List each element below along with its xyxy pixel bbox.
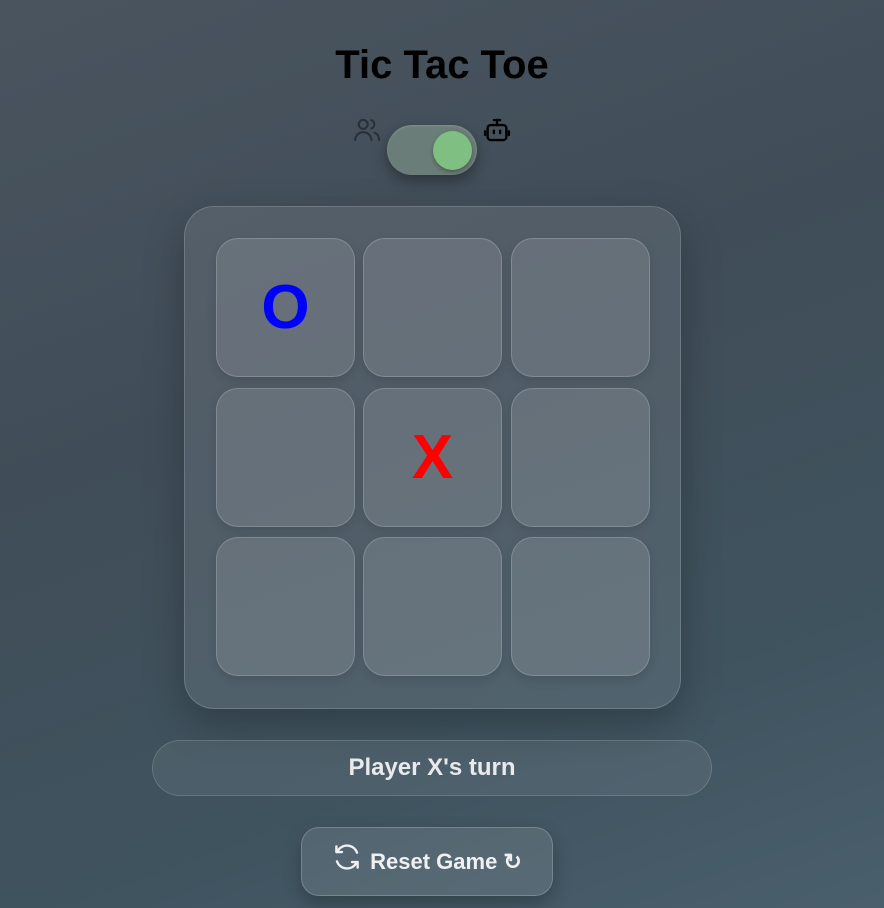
board-cell-8[interactable] <box>363 537 502 676</box>
reset-game-button[interactable]: Reset Game ↻ <box>301 827 553 896</box>
bot-icon <box>483 118 511 142</box>
mode-toggle[interactable] <box>387 125 477 175</box>
refresh-icon <box>335 843 359 870</box>
board-cell-6[interactable] <box>511 388 650 527</box>
board-cell-4[interactable] <box>216 388 355 527</box>
mode-selector <box>0 112 884 182</box>
page-title: Tic Tac Toe <box>335 43 549 87</box>
board-cell-5[interactable]: X <box>363 388 502 527</box>
board-cell-2[interactable] <box>363 238 502 377</box>
board-cell-3[interactable] <box>511 238 650 377</box>
reset-button-label: Reset Game ↻ <box>370 848 522 874</box>
game-board: O X <box>184 206 681 709</box>
game-status: Player X's turn <box>152 740 712 796</box>
board-cell-1[interactable]: O <box>216 238 355 377</box>
board-cell-7[interactable] <box>216 537 355 676</box>
toggle-knob[interactable] <box>433 131 472 170</box>
board-cell-9[interactable] <box>511 537 650 676</box>
users-icon <box>354 118 381 142</box>
